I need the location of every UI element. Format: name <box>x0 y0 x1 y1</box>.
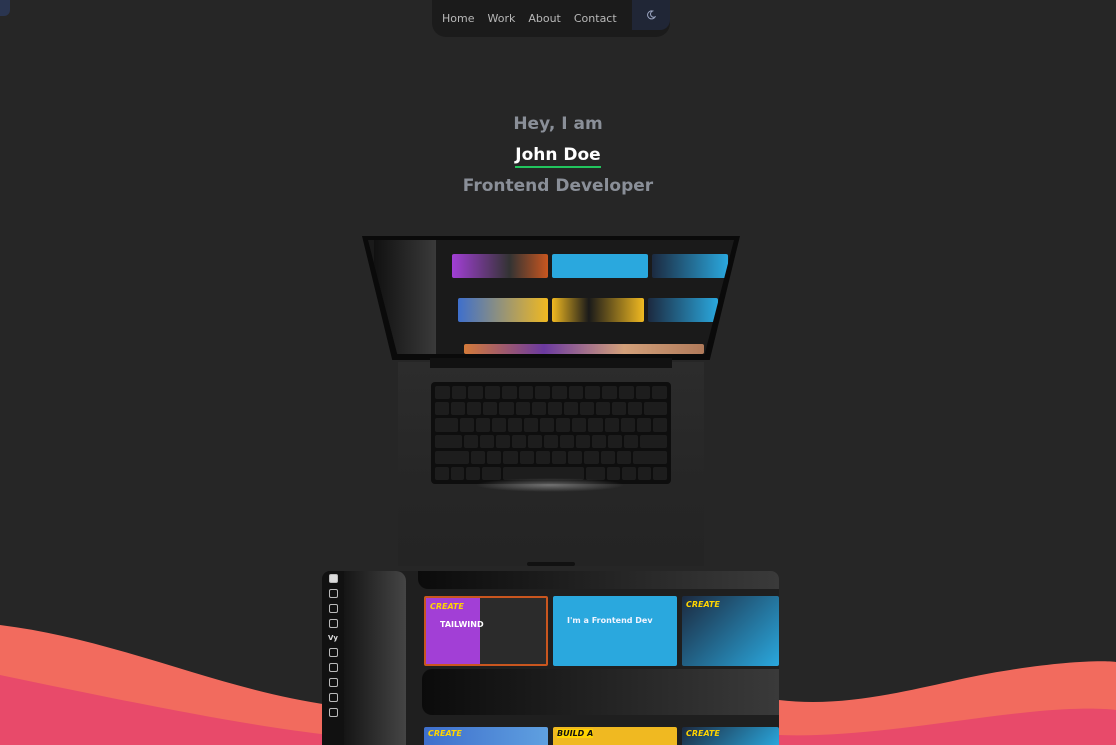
card-subtitle: TAILWIND <box>440 620 484 629</box>
hero-name: John Doe <box>515 145 601 168</box>
play-icon[interactable] <box>328 678 338 687</box>
laptop-hinge <box>430 358 672 368</box>
hero-role: Frontend Developer <box>462 176 654 196</box>
screen-tile <box>464 344 704 354</box>
video-card[interactable]: I'm a Frontend Dev <box>553 596 677 666</box>
corner-tab[interactable] <box>0 0 10 16</box>
top-navigation: Home Work About Contact <box>432 0 670 37</box>
video-card[interactable]: CREATE TAILWIND <box>424 596 548 666</box>
card-title: CREATE <box>686 600 720 609</box>
preview-section-bar <box>422 669 779 715</box>
card-title: CREATE <box>686 729 720 738</box>
card-subtitle: I'm a Frontend Dev <box>567 616 653 625</box>
screen-tile <box>652 254 728 278</box>
hero-greeting: Hey, I am <box>513 114 603 134</box>
screen-sidebar <box>374 240 436 354</box>
screen-tile <box>452 254 548 278</box>
home-icon[interactable] <box>328 574 338 583</box>
hero-name-wrap: John Doe <box>0 145 1116 168</box>
laptop-notch <box>527 562 575 566</box>
nav-about[interactable]: About <box>528 12 561 25</box>
library-icon[interactable] <box>328 648 338 657</box>
video-card[interactable]: CREATE <box>424 727 548 745</box>
card-title: CREATE <box>430 602 464 611</box>
screen-tile <box>552 254 648 278</box>
video-card[interactable]: CREATE <box>682 596 779 666</box>
video-card[interactable]: CREATE <box>682 727 779 745</box>
laptop-screen <box>368 240 734 354</box>
preview-sidebar <box>344 571 406 745</box>
card-title: CREATE <box>428 729 462 738</box>
nav-contact[interactable]: Contact <box>574 12 617 25</box>
nav-home[interactable]: Home <box>442 12 474 25</box>
video-card[interactable]: BUILD A <box>553 727 677 745</box>
preview-topbar <box>418 571 779 589</box>
preview-icon-bar: Vy <box>322 571 344 745</box>
trackpad-glow <box>475 478 625 492</box>
history-icon[interactable] <box>328 663 338 672</box>
preview-logo: Vy <box>328 634 338 642</box>
screen-tile <box>458 298 548 322</box>
card-title: BUILD A <box>557 729 594 738</box>
compass-icon[interactable] <box>328 589 338 598</box>
app-preview: Vy CREATE TAILWIND I'm a Frontend Dev CR… <box>322 571 779 745</box>
screen-tile <box>552 298 644 322</box>
clock-icon[interactable] <box>328 693 338 702</box>
laptop-keyboard <box>431 382 671 484</box>
download-icon[interactable] <box>328 708 338 717</box>
moon-icon <box>647 10 656 20</box>
screen-tile <box>648 298 718 322</box>
theme-toggle-button[interactable] <box>632 0 670 30</box>
nav-work[interactable]: Work <box>487 12 515 25</box>
subscriptions-icon[interactable] <box>328 604 338 613</box>
music-icon[interactable] <box>328 619 338 628</box>
